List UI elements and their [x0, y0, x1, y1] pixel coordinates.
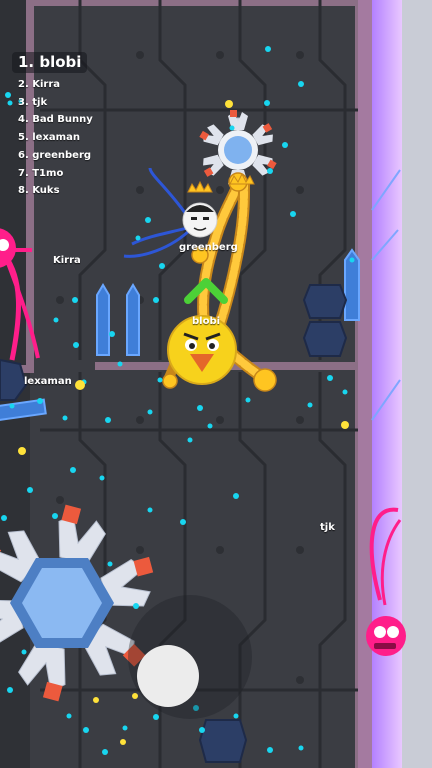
nametag-lexaman: lexaman	[24, 376, 72, 387]
leaderboard-item: 4. Bad Bunny	[18, 114, 93, 126]
nametag-blobi: blobi	[192, 316, 221, 327]
nametag-greenberg: greenberg	[179, 242, 238, 253]
leaderboard-item: 2. Kirra	[18, 79, 61, 90]
leaderboard-first: 1. blobi	[12, 52, 88, 73]
virtual-joystick[interactable]	[128, 595, 252, 719]
game-viewport[interactable]: 1. blobi 2. Kirra 3. tjk 4. Bad Bunny 5.…	[0, 0, 432, 768]
leaderboard-list: 2. Kirra 3. tjk 4. Bad Bunny 5. lexaman …	[12, 76, 93, 200]
leaderboard-item: 8. Kuks	[18, 185, 60, 197]
leaderboard: 1. blobi 2. Kirra 3. tjk 4. Bad Bunny 5.…	[12, 52, 93, 200]
enemy-greenberg	[182, 202, 218, 238]
leaderboard-item: 3. tjk	[18, 96, 48, 108]
nametag-tjk: tjk	[320, 522, 335, 533]
leaderboard-item: 6. greenberg	[18, 149, 92, 161]
leaderboard-item: 7. T1mo	[18, 167, 64, 179]
joystick-thumb-icon[interactable]	[137, 645, 199, 707]
nametag-kirra: Kirra	[53, 255, 81, 266]
leaderboard-item: 5. lexaman	[18, 132, 80, 144]
